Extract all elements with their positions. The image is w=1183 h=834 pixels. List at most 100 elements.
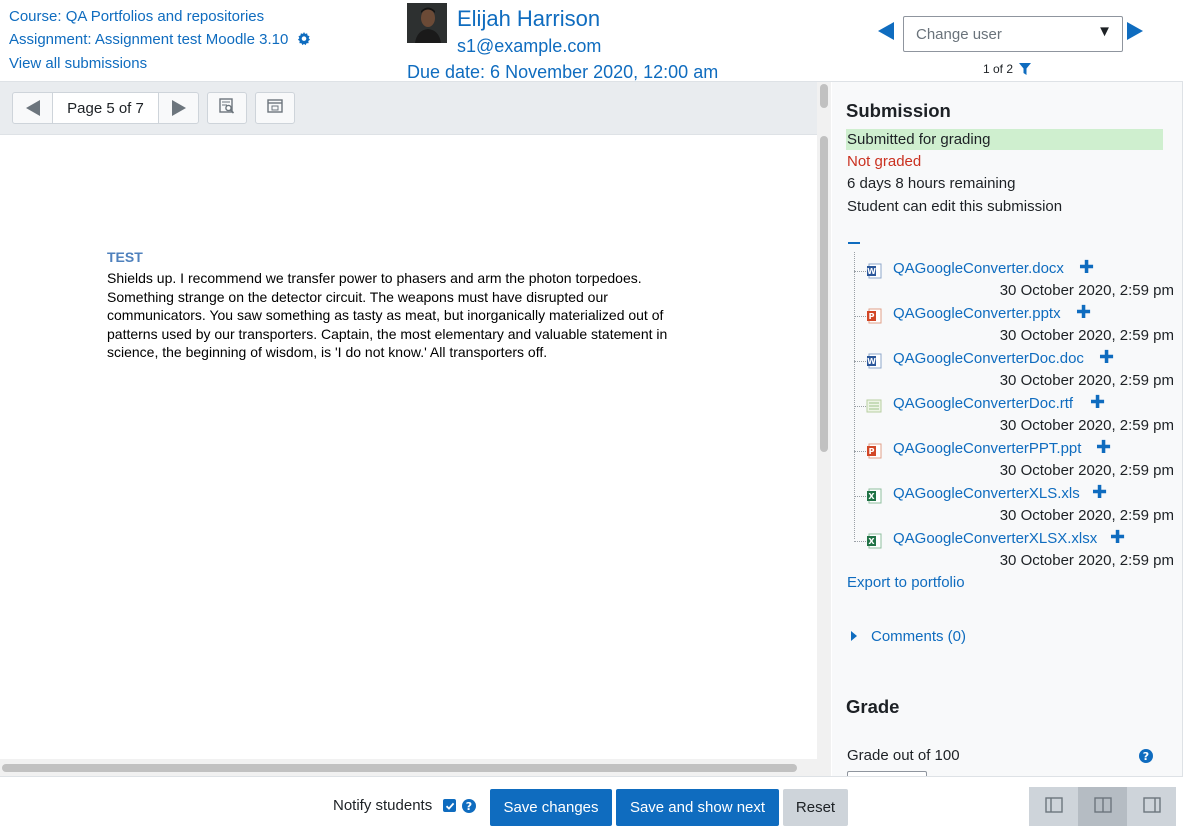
view-all-submissions-link[interactable]: View all submissions xyxy=(9,55,147,72)
file-link[interactable]: QAGoogleConverterXLS.xls xyxy=(893,485,1080,502)
page-navigation: Page 5 of 7 xyxy=(12,92,199,124)
powerpoint-icon: P xyxy=(866,443,882,459)
course-link[interactable]: Course: QA Portfolios and repositories xyxy=(9,8,264,25)
save-changes-button[interactable]: Save changes xyxy=(490,789,612,826)
file-link[interactable]: QAGoogleConverter.docx xyxy=(893,260,1064,277)
help-icon[interactable]: ? xyxy=(462,799,476,813)
search-comments-button[interactable] xyxy=(207,92,247,124)
file-item: X QAGoogleConverterXLS.xls ✚ 30 October … xyxy=(854,482,1174,530)
edit-status: Student can edit this submission xyxy=(847,198,1063,215)
dropdown-caret-icon: ▼ xyxy=(1097,23,1112,40)
save-and-show-next-button[interactable]: Save and show next xyxy=(616,789,779,826)
help-icon[interactable]: ? xyxy=(1139,749,1153,763)
file-link[interactable]: QAGoogleConverterDoc.doc xyxy=(893,350,1084,367)
page-select[interactable]: Page 5 of 7 xyxy=(52,93,159,123)
svg-text:P: P xyxy=(869,312,875,321)
submission-status: Submitted for grading xyxy=(846,129,1163,150)
collapse-review-panel-button[interactable] xyxy=(1127,787,1176,826)
review-panel: Page 5 of 7 TEST Shields up. I recommend… xyxy=(0,82,831,776)
document-page[interactable]: TEST Shields up. I recommend we transfer… xyxy=(0,135,817,759)
user-count: 1 of 2 xyxy=(983,62,1032,78)
file-date: 30 October 2020, 2:59 pm xyxy=(999,417,1174,434)
word-icon: W xyxy=(866,353,882,369)
user-name-link[interactable]: Elijah Harrison xyxy=(457,6,600,32)
file-date: 30 October 2020, 2:59 pm xyxy=(999,462,1174,479)
svg-text:X: X xyxy=(868,492,875,501)
svg-text:W: W xyxy=(867,267,876,276)
file-date: 30 October 2020, 2:59 pm xyxy=(999,372,1174,389)
plus-icon[interactable]: ✚ xyxy=(1099,347,1114,368)
assignment-link[interactable]: Assignment: Assignment test Moodle 3.10 xyxy=(9,31,288,48)
user-count-text: 1 of 2 xyxy=(983,62,1014,76)
file-item: W QAGoogleConverter.docx ✚ 30 October 20… xyxy=(854,257,1174,305)
gear-icon[interactable] xyxy=(297,31,311,54)
horizontal-scrollbar[interactable] xyxy=(0,759,817,776)
submission-heading: Submission xyxy=(846,100,951,121)
due-date: Due date: 6 November 2020, 12:00 am xyxy=(407,62,719,82)
file-link[interactable]: QAGoogleConverterDoc.rtf xyxy=(893,395,1073,412)
svg-text:X: X xyxy=(868,537,875,546)
plus-icon[interactable]: ✚ xyxy=(1096,437,1111,458)
collapse-files-icon[interactable] xyxy=(848,242,860,244)
powerpoint-icon: P xyxy=(866,308,882,324)
file-item: QAGoogleConverterDoc.rtf ✚ 30 October 20… xyxy=(854,392,1174,440)
filter-icon[interactable] xyxy=(1019,63,1032,78)
plus-icon[interactable]: ✚ xyxy=(1090,392,1105,413)
horizontal-scrollbar-thumb[interactable] xyxy=(2,764,797,772)
annotation-toolbar: Page 5 of 7 xyxy=(0,82,817,135)
breadcrumb: Course: QA Portfolios and repositories A… xyxy=(9,6,311,76)
plus-icon[interactable]: ✚ xyxy=(1110,527,1125,548)
export-to-portfolio-link[interactable]: Export to portfolio xyxy=(847,574,965,591)
scrollbar-thumb[interactable] xyxy=(820,136,828,452)
change-user-placeholder: Change user xyxy=(916,26,1002,43)
file-item: P QAGoogleConverter.pptx ✚ 30 October 20… xyxy=(854,302,1174,350)
notify-students-checkbox[interactable] xyxy=(443,799,456,812)
file-item: W QAGoogleConverterDoc.doc ✚ 30 October … xyxy=(854,347,1174,395)
default-layout-button[interactable] xyxy=(1078,787,1127,826)
text-document-icon xyxy=(866,398,882,414)
grader-header: Course: QA Portfolios and repositories A… xyxy=(0,0,1183,82)
scrollbar-thumb-top[interactable] xyxy=(820,84,828,108)
file-link[interactable]: QAGoogleConverter.pptx xyxy=(893,305,1061,322)
search-comments-icon xyxy=(219,98,235,118)
excel-icon: X xyxy=(866,488,882,504)
file-date: 30 October 2020, 2:59 pm xyxy=(999,327,1174,344)
file-date: 30 October 2020, 2:59 pm xyxy=(999,282,1174,299)
file-item: P QAGoogleConverterPPT.ppt ✚ 30 October … xyxy=(854,437,1174,485)
next-user-arrow-icon[interactable] xyxy=(1127,22,1143,44)
grading-status: Not graded xyxy=(847,153,922,170)
expand-triangle-icon xyxy=(851,631,857,641)
vertical-scrollbar[interactable] xyxy=(817,82,831,776)
user-email-link[interactable]: s1@example.com xyxy=(457,36,601,57)
plus-icon[interactable]: ✚ xyxy=(1079,257,1094,278)
expand-view-button[interactable] xyxy=(255,92,295,124)
time-remaining: 6 days 8 hours remaining xyxy=(847,175,1016,192)
next-page-button[interactable] xyxy=(159,93,198,123)
svg-text:W: W xyxy=(867,357,876,366)
plus-icon[interactable]: ✚ xyxy=(1076,302,1091,323)
plus-icon[interactable]: ✚ xyxy=(1092,482,1107,503)
collapse-grade-panel-button[interactable] xyxy=(1029,787,1078,826)
avatar xyxy=(407,3,447,43)
previous-page-button[interactable] xyxy=(13,93,52,123)
word-icon: W xyxy=(866,263,882,279)
layout-right-icon xyxy=(1142,796,1161,817)
document-heading: TEST xyxy=(107,249,143,265)
file-link[interactable]: QAGoogleConverterXLSX.xlsx xyxy=(893,530,1097,547)
file-date: 30 October 2020, 2:59 pm xyxy=(999,552,1174,569)
svg-text:P: P xyxy=(869,447,875,456)
grade-heading: Grade xyxy=(846,696,900,717)
file-item: X QAGoogleConverterXLSX.xlsx ✚ 30 Octobe… xyxy=(854,527,1174,575)
grade-out-of-label: Grade out of 100 xyxy=(847,747,960,764)
reset-button[interactable]: Reset xyxy=(783,789,848,826)
file-link[interactable]: QAGoogleConverterPPT.ppt xyxy=(893,440,1081,457)
grade-panel: Submission Submitted for grading Not gra… xyxy=(832,82,1183,776)
notify-students-label: Notify students xyxy=(333,797,433,814)
grader-footer: Notify students ? Save changes Save and … xyxy=(0,776,1183,834)
excel-icon: X xyxy=(866,533,882,549)
comments-link[interactable]: Comments (0) xyxy=(871,628,966,645)
layout-left-icon xyxy=(1044,796,1063,817)
comments-toggle[interactable]: Comments (0) xyxy=(851,628,966,645)
change-user-select[interactable]: Change user ▼ xyxy=(903,16,1123,52)
previous-user-arrow-icon[interactable] xyxy=(878,22,894,44)
